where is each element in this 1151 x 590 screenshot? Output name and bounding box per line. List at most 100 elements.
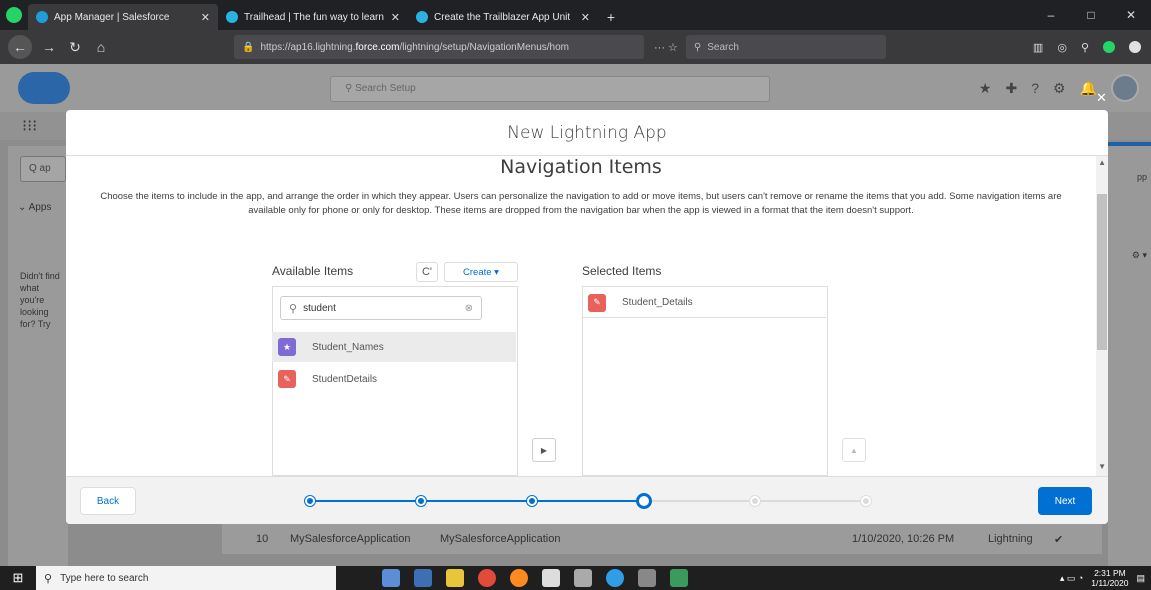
item-label: StudentDetails (312, 373, 378, 385)
list-item[interactable]: ★ Student_Names (272, 332, 516, 362)
back-button[interactable]: Back (80, 487, 136, 515)
zoom-icon[interactable]: ⚲ (1081, 41, 1089, 54)
browser-search-input[interactable]: ⚲ Search (685, 35, 886, 59)
taskbar-apps (382, 569, 688, 587)
scroll-down-icon[interactable]: ▼ (1098, 462, 1106, 471)
progress-step[interactable] (635, 493, 652, 509)
table-row[interactable]: 10 MySalesforceApplication MySalesforceA… (222, 524, 1102, 554)
library-icon[interactable]: ▥ (1033, 41, 1043, 54)
setup-search-input[interactable]: ⚲ Search Setup (330, 76, 770, 102)
sticky-notes-icon[interactable] (446, 569, 464, 587)
edge-icon[interactable] (606, 569, 624, 587)
settings-dropdown-fragment: ⚙ ▾ (1131, 250, 1147, 260)
gear-icon[interactable]: ⚙ (1053, 80, 1066, 97)
taskbar-search-placeholder: Type here to search (60, 572, 149, 584)
photos-icon[interactable] (670, 569, 688, 587)
help-icon[interactable]: ? (1031, 80, 1039, 96)
extension-icon[interactable]: ◎ (1057, 41, 1067, 54)
modal-scrollbar-thumb[interactable] (1097, 194, 1107, 350)
progress-step[interactable] (749, 496, 760, 506)
trailhead-favicon-icon (416, 11, 428, 23)
clock-time: 2:31 PM (1094, 568, 1126, 578)
minimize-button[interactable]: – (1031, 0, 1071, 30)
tab-title: Create the Trailblazer App Unit (434, 11, 571, 23)
notifications-bell-icon[interactable]: 🔔 (1080, 80, 1097, 97)
tab-title: App Manager | Salesforce (54, 11, 170, 23)
windows-taskbar: ⊞ ⚲ Type here to search ▴ ▭ ◔ 2:31 PM 1/… (0, 566, 1151, 590)
task-view-icon[interactable] (382, 569, 400, 587)
network-icon[interactable]: ▴ ▭ ◔ (1060, 573, 1083, 584)
favorites-icon[interactable]: ★ (979, 80, 992, 97)
close-tab-icon[interactable]: ✕ (581, 11, 590, 24)
header-accent-strip (1108, 142, 1151, 146)
chrome-icon[interactable] (478, 569, 496, 587)
next-button[interactable]: Next (1038, 487, 1092, 515)
global-actions-icon[interactable]: ✚ (1005, 80, 1017, 97)
tab-app-manager[interactable]: App Manager | Salesforce ✕ (28, 4, 218, 30)
forward-arrow-icon[interactable]: → (36, 34, 62, 60)
setup-right-panel (1108, 146, 1151, 566)
home-icon[interactable]: ⌂ (88, 34, 114, 60)
list-item[interactable]: ✎ StudentDetails (272, 364, 516, 394)
selected-list-item[interactable]: ✎ Student_Details (582, 288, 826, 318)
create-button[interactable]: Create ▾ (444, 262, 518, 282)
maximize-button[interactable]: □ (1071, 0, 1111, 30)
clear-search-icon[interactable]: ⊗ (465, 303, 473, 314)
firefox-icon[interactable] (510, 569, 528, 587)
close-modal-icon[interactable]: ✕ (1096, 90, 1151, 106)
tab-create-trailblazer[interactable]: Create the Trailblazer App Unit ✕ (408, 4, 598, 30)
windows-start-icon[interactable]: ⊞ (0, 566, 36, 590)
back-arrow-icon[interactable]: ← (8, 35, 32, 59)
custom-tab-pencil-icon: ✎ (588, 293, 606, 312)
window-controls: – □ ✕ (1031, 0, 1151, 30)
url-bar[interactable]: 🔒 https://ap16.lightning. force.com/light… (234, 35, 644, 59)
progress-step[interactable] (861, 496, 871, 506)
close-window-button[interactable]: ✕ (1111, 0, 1151, 30)
custom-tab-pencil-icon: ✎ (278, 370, 296, 388)
move-up-button[interactable]: ▲ (842, 438, 866, 462)
selected-items-title: Selected Items (582, 264, 662, 278)
notepad-icon[interactable] (638, 569, 656, 587)
clock[interactable]: 2:31 PM 1/11/2020 (1091, 568, 1128, 588)
taskbar-search-input[interactable]: ⚲ Type here to search (36, 566, 336, 590)
reload-icon[interactable]: ↻ (62, 34, 88, 60)
move-to-selected-button[interactable]: ▶ (532, 438, 556, 462)
progress-step[interactable] (305, 496, 315, 506)
browser-tab-strip: App Manager | Salesforce ✕ Trailhead | T… (0, 0, 1151, 30)
search-icon: ⚲ (289, 302, 298, 315)
app-launcher-icon[interactable]: ⁝⁝⁝ (22, 116, 37, 136)
file-explorer-icon[interactable] (414, 569, 432, 587)
mail-icon[interactable] (542, 569, 560, 587)
new-tab-button[interactable]: + (598, 4, 624, 30)
url-suffix: /lightning/setup/NavigationMenus/hom (399, 41, 569, 53)
available-items-search-input[interactable]: ⚲ student ⊗ (280, 296, 482, 320)
refresh-button[interactable]: C' (416, 262, 438, 282)
progress-connector (754, 500, 866, 502)
tab-trailhead[interactable]: Trailhead | The fun way to learn ✕ (218, 4, 408, 30)
whatsapp-extension-icon[interactable] (1103, 41, 1115, 53)
page-actions-icon[interactable]: ··· ☆ (654, 41, 678, 54)
search-icon: ⚲ (693, 41, 702, 53)
lock-icon: 🔒 (242, 41, 255, 53)
whatsapp-icon[interactable] (0, 0, 28, 30)
close-tab-icon[interactable]: ✕ (201, 11, 210, 24)
new-lightning-app-modal: New Lightning App Navigation Items Choos… (66, 110, 1108, 524)
progress-step[interactable] (416, 496, 427, 506)
progress-connector (643, 500, 755, 502)
close-tab-icon[interactable]: ✕ (391, 11, 400, 24)
quick-find-input[interactable]: Q ap (20, 156, 66, 182)
browser-toolbar-icons: ▥ ◎ ⚲ (1033, 34, 1141, 60)
progress-step[interactable] (527, 496, 538, 506)
item-label: Student_Names (312, 341, 384, 353)
step-title: Navigation Items (500, 156, 662, 178)
scroll-up-icon[interactable]: ▲ (1098, 158, 1106, 167)
apps-label: Apps (28, 202, 52, 213)
settings-icon[interactable] (574, 569, 592, 587)
modal-footer: Back Next (66, 476, 1108, 524)
profile-icon[interactable] (1129, 41, 1141, 53)
row-app-type: Lightning (988, 533, 1033, 545)
notifications-icon[interactable]: ▤ (1136, 573, 1145, 584)
new-app-button-fragment: pp (1136, 172, 1147, 182)
search-icon: ⚲ (44, 572, 53, 585)
apps-tree-item[interactable]: ⌄ Apps (18, 202, 51, 213)
